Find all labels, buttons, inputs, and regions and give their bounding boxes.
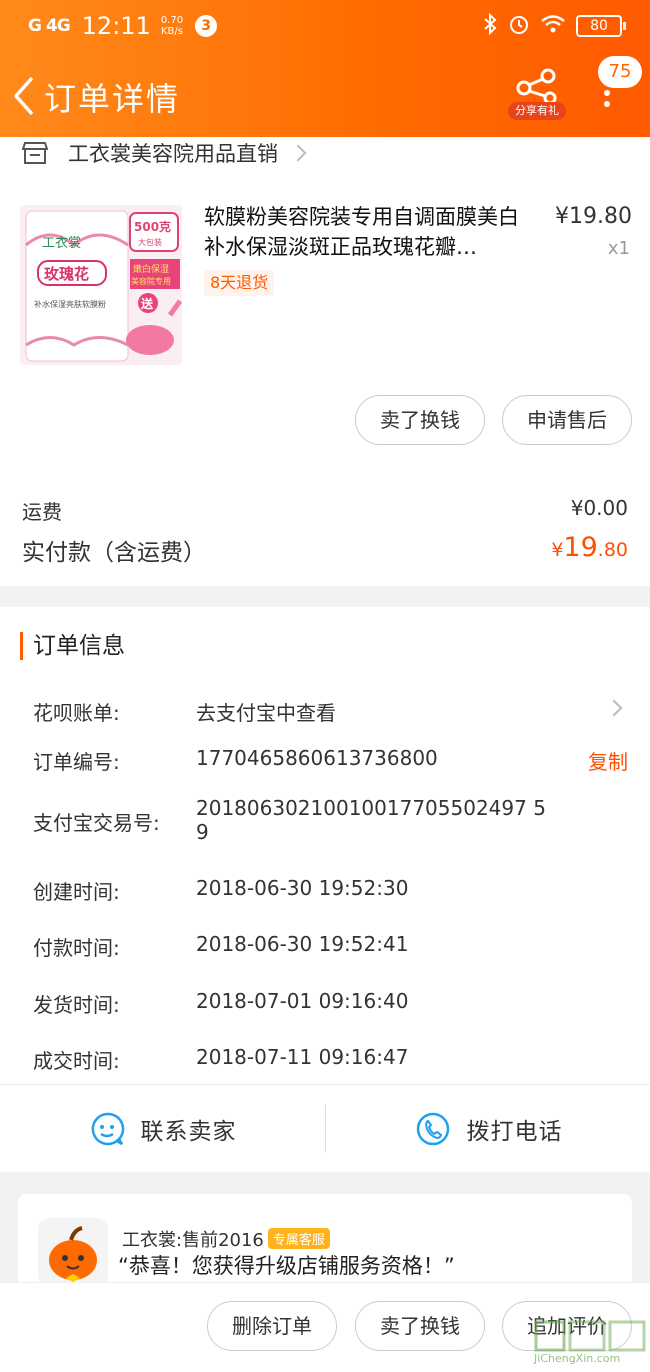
shop-name: 工衣裳美容院用品直销 [68,142,278,166]
product-side-text-1: 嫩白保湿 [133,263,169,275]
more-dot-icon [604,101,610,107]
alipay-trade-label: 支付宝交易号: [33,811,160,835]
service-name-text: 工衣裳:售前2016 [122,1230,264,1251]
delete-order-button[interactable]: 删除订单 [207,1301,337,1351]
shipped-time: 2018-07-01 09:16:40 [196,989,409,1013]
return-policy-tag: 8天退货 [204,270,275,296]
product-title[interactable]: 软膜粉美容院装专用自调面膜美白补水保湿淡斑正品玫瑰花瓣… [204,202,534,262]
call-phone-label: 拨打电话 [466,1119,563,1145]
paid-decimal: .80 [597,539,628,561]
product-quantity: x1 [607,238,630,259]
watermark-text: JiChengXin.com [534,1352,621,1365]
paid-label: 实付款（含运费） [22,540,206,566]
shipping-label: 运费 [22,500,62,524]
order-number-label: 订单编号: [33,750,120,774]
shipping-value: ¥0.00 [570,496,628,520]
share-icon [516,68,557,105]
status-icons: 80 [482,12,626,40]
pumpkin-avatar-icon [38,1218,108,1288]
signal-indicator: G 4G [28,16,71,36]
page-title: 订单详情 [44,80,181,118]
alipay-trade-number: 20180630210010017705502497 5 9 [196,796,546,844]
battery-indicator: 80 [576,15,626,37]
more-dot-icon [604,90,610,96]
exclusive-service-tag: 专属客服 [267,1228,330,1249]
chevron-right-icon [289,144,307,162]
service-message: “恭喜！您获得升级店铺服务资格！” [118,1254,455,1278]
paid-integer: 19 [563,532,598,563]
paid-time-label: 付款时间: [33,936,120,960]
chat-icon [91,1112,124,1146]
sell-for-cash-button[interactable]: 卖了换钱 [355,395,485,445]
order-info-title: 订单信息 [20,632,125,660]
chevron-left-icon [13,76,34,116]
message-badge[interactable]: 75 [598,56,642,88]
paid-time: 2018-06-30 19:52:41 [196,932,409,956]
order-number: 1770465860613736800 [196,746,438,770]
product-badge-sub: 大包装 [138,237,162,247]
header: G 4G 12:11 0.70 KB/s 3 80 订单详情 分享有礼 75 [0,0,650,137]
product-brand-text: 工衣裳 [42,235,81,251]
contact-seller-button[interactable]: 联系卖家 [0,1085,325,1173]
bluetooth-icon [482,12,498,40]
notification-count: 3 [195,15,218,37]
completed-time-label: 成交时间: [33,1049,120,1073]
alipay-trade-line-2: 9 [196,820,209,844]
contact-bar: 联系卖家 拨打电话 [0,1084,650,1172]
alipay-trade-line-1: 20180630210010017705502497 5 [196,796,546,820]
speed-value: 0.70 [160,15,184,26]
phone-icon [416,1112,449,1146]
speed-unit: KB/s [160,26,183,37]
contact-seller-label: 联系卖家 [140,1119,237,1145]
service-name: 工衣裳:售前2016 专属客服 [122,1226,330,1252]
wifi-icon [540,14,566,39]
back-button[interactable] [10,74,40,118]
avatar [38,1218,108,1288]
clock: 12:11 [81,12,151,40]
product-badge-text: 500克 [134,219,171,234]
more-menu-button[interactable] [602,90,612,114]
watermark: JiChengXin.com [534,1318,646,1370]
created-time-label: 创建时间: [33,880,120,904]
shipped-time-label: 发货时间: [33,993,120,1017]
paid-amount: ¥19.80 [551,532,628,563]
store-icon [22,142,48,164]
share-label: 分享有礼 [508,102,566,120]
product-price: ¥19.80 [555,204,632,229]
call-phone-button[interactable]: 拨打电话 [326,1085,650,1173]
created-time: 2018-06-30 19:52:30 [196,876,409,900]
product-flower-text: 玫瑰花 [44,265,89,283]
completed-time: 2018-07-11 09:16:47 [196,1045,409,1069]
after-sale-button[interactable]: 申请售后 [502,395,632,445]
huabei-label: 花呗账单: [33,701,120,725]
product-side-text-2: 美容院专用 [131,276,171,286]
network-speed: 0.70 KB/s [161,15,183,37]
product-image[interactable]: 工衣裳 玫瑰花 补水保湿亮肤软膜粉 500克 大包装 嫩白保湿 美容院专用 送 [20,205,182,365]
share-button[interactable]: 分享有礼 [508,68,566,122]
shop-link[interactable]: 工衣裳美容院用品直销 [22,138,307,168]
product-desc-text: 补水保湿亮肤软膜粉 [34,299,106,309]
sell-for-cash-bottom-button[interactable]: 卖了换钱 [355,1301,485,1351]
copy-order-number-button[interactable]: 复制 [588,746,628,775]
watermark-logo-icon [534,1320,646,1352]
product-gift-text: 送 [140,296,154,311]
paid-currency: ¥ [551,539,564,561]
huabei-link[interactable]: 去支付宝中查看 [196,697,336,726]
alarm-icon [508,13,530,40]
status-bar: G 4G 12:11 0.70 KB/s 3 80 [28,10,626,42]
